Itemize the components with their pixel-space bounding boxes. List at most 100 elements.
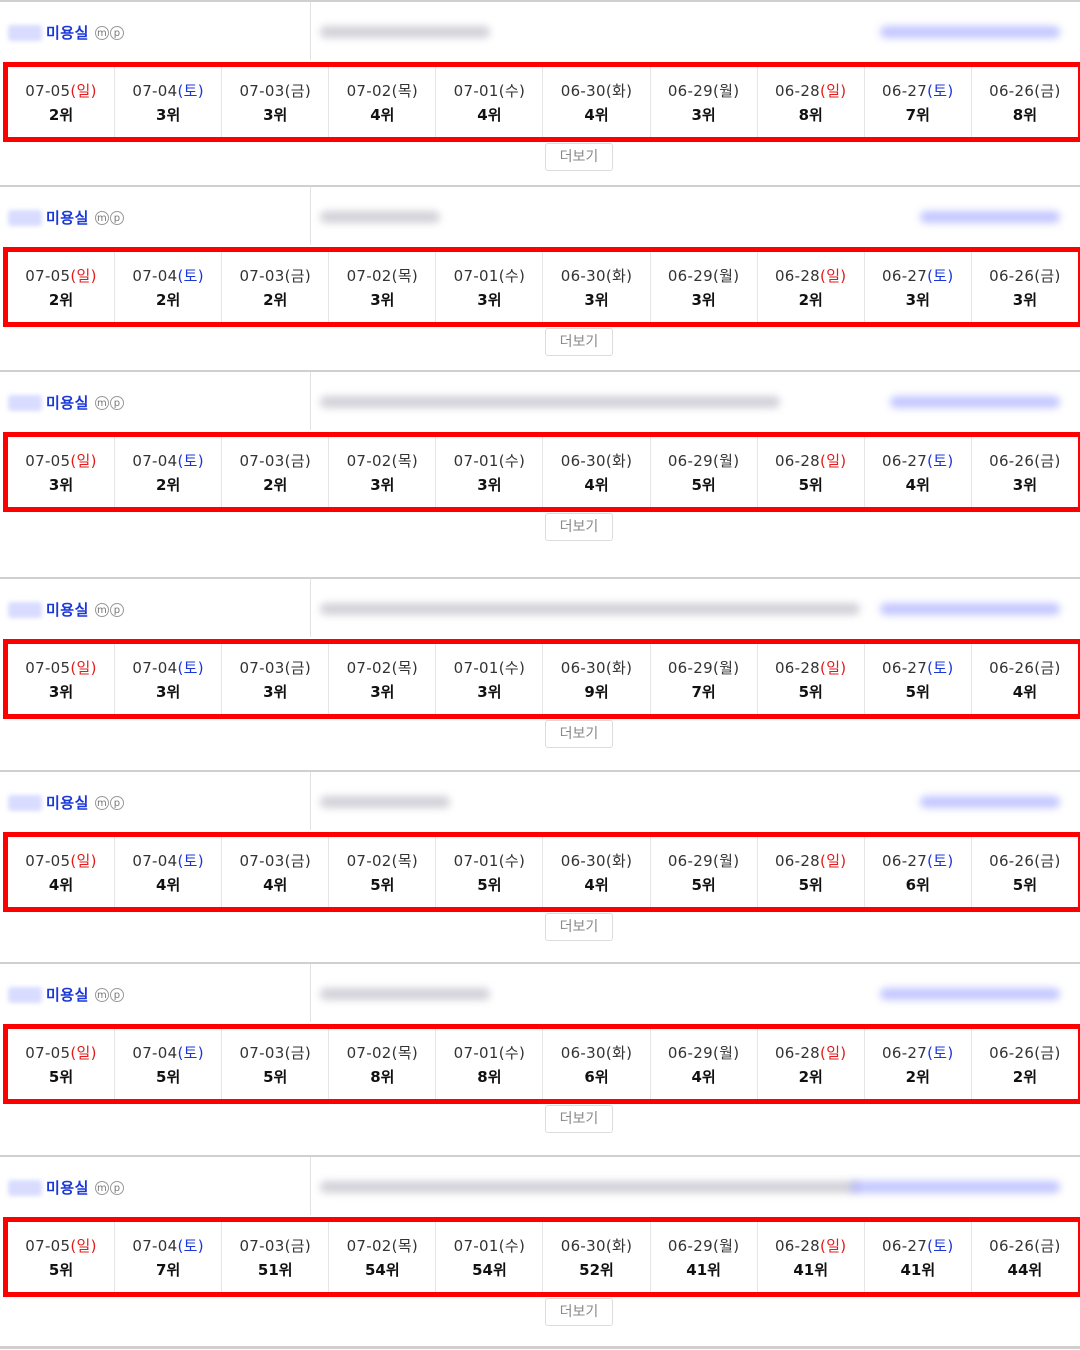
rank-value: 54위 — [364, 1260, 400, 1279]
paren-close: ) — [304, 1043, 311, 1062]
redacted-url — [320, 211, 440, 223]
paren-close: ) — [90, 451, 97, 470]
rank-weekday: 화 — [612, 451, 627, 470]
rank-date: 06-27(토) — [882, 657, 954, 678]
rank-weekday: 일 — [76, 451, 91, 470]
daily-rank-cell: 07-02(목) 3위 — [329, 252, 437, 322]
paren-close: ) — [304, 658, 311, 677]
rank-value: 4위 — [263, 875, 288, 894]
rank-value: 2위 — [48, 105, 74, 124]
rank-date: 06-26(금) — [989, 265, 1061, 286]
platform-badge-icon: m — [94, 1180, 109, 1195]
daily-rank-cell: 06-27(토) 6위 — [865, 837, 972, 907]
more-button[interactable]: 더보기 — [545, 1298, 613, 1326]
daily-rank-cell: 07-03(금) 2위 — [222, 437, 330, 507]
rank-date-value: 07-05 — [25, 81, 71, 100]
paren-close: ) — [840, 266, 847, 285]
rank-weekday: 목 — [397, 851, 412, 870]
more-button[interactable]: 더보기 — [545, 513, 613, 541]
rank-value: 5위 — [905, 682, 930, 701]
daily-rank-cell: 06-29(월) 4위 — [651, 1029, 758, 1099]
redacted-url — [320, 1181, 860, 1193]
rank-date-value: 06-28 — [774, 658, 821, 677]
paren-close: ) — [947, 851, 954, 870]
keyword-link[interactable]: 미용실 — [46, 207, 89, 228]
rank-date-value: 07-02 — [346, 81, 392, 100]
rank-weekday: 금 — [1040, 451, 1055, 470]
keyword-link[interactable]: 미용실 — [46, 1177, 89, 1198]
rank-date: 06-29(월) — [668, 850, 740, 871]
daily-rank-cell: 07-05(일) 5위 — [8, 1029, 116, 1099]
rank-weekday: 일 — [826, 451, 841, 470]
rank-weekday: 금 — [290, 451, 305, 470]
rank-weekday: 일 — [76, 1043, 91, 1062]
daily-rank-cell: 07-03(금) 2위 — [222, 252, 330, 322]
rank-value: 2위 — [798, 290, 823, 309]
rank-date-value: 06-27 — [882, 1043, 928, 1062]
daily-rank-cell: 06-26(금) 3위 — [972, 437, 1078, 507]
rank-date: 07-02(목) — [347, 1235, 419, 1256]
rank-date-value: 06-26 — [989, 1043, 1035, 1062]
more-button[interactable]: 더보기 — [545, 1105, 613, 1133]
daily-rank-row: 07-05(일) 5위 07-04(토) 5위 07-03(금) 5위 07-02(목) 8위… — [3, 1024, 1080, 1104]
rank-weekday: 일 — [826, 658, 841, 677]
daily-rank-cell: 06-26(금) 8위 — [972, 67, 1078, 137]
keyword-link[interactable]: 미용실 — [46, 984, 89, 1005]
keyword-cell: 미용실 m p — [0, 372, 311, 430]
daily-rank-cell: 07-02(목) 3위 — [329, 437, 437, 507]
rank-weekday: 토 — [933, 851, 948, 870]
rank-weekday: 토 — [933, 1043, 948, 1062]
rank-value: 2위 — [48, 290, 74, 309]
rank-date: 07-02(목) — [347, 850, 419, 871]
rank-date-value: 07-03 — [239, 266, 285, 285]
rank-weekday: 목 — [397, 451, 412, 470]
rank-value: 51위 — [257, 1260, 293, 1279]
more-button[interactable]: 더보기 — [545, 720, 613, 748]
rank-date: 07-05(일) — [25, 80, 97, 101]
keyword-link[interactable]: 미용실 — [46, 392, 89, 413]
rank-weekday: 토 — [183, 1236, 198, 1255]
daily-rank-cell: 07-01(수) 3위 — [436, 437, 544, 507]
rank-value: 4위 — [584, 875, 609, 894]
rank-date-value: 07-04 — [132, 1236, 178, 1255]
more-button[interactable]: 더보기 — [545, 913, 613, 941]
keyword-group: 미용실 m p — [8, 22, 125, 43]
rank-date-value: 06-27 — [882, 658, 928, 677]
keyword-cell: 미용실 m p — [0, 2, 311, 60]
more-button[interactable]: 더보기 — [545, 143, 613, 171]
daily-rank-cell: 06-27(토) 3위 — [865, 252, 972, 322]
daily-rank-cell: 07-05(일) 3위 — [8, 644, 116, 714]
rank-weekday: 금 — [1040, 266, 1055, 285]
paren-close: ) — [90, 266, 97, 285]
rank-weekday: 화 — [612, 658, 627, 677]
daily-rank-row: 07-05(일) 3위 07-04(토) 3위 07-03(금) 3위 07-02(목) 3위… — [3, 639, 1080, 719]
rank-value: 3위 — [477, 290, 502, 309]
keyword-link[interactable]: 미용실 — [46, 792, 89, 813]
paren-close: ) — [197, 658, 204, 677]
rank-date-value: 06-30 — [560, 81, 606, 100]
rank-date: 06-26(금) — [989, 657, 1061, 678]
rank-date: 07-04(토) — [132, 1042, 204, 1063]
rank-date: 07-01(수) — [454, 80, 526, 101]
rank-date-value: 07-03 — [239, 1236, 285, 1255]
daily-rank-cell: 07-02(목) 54위 — [329, 1222, 437, 1292]
rank-value: 7위 — [156, 1260, 181, 1279]
rank-value: 3위 — [263, 682, 288, 701]
rank-value: 5위 — [156, 1067, 181, 1086]
keyword-link[interactable]: 미용실 — [46, 599, 89, 620]
rank-weekday: 일 — [76, 658, 91, 677]
keyword-link[interactable]: 미용실 — [46, 22, 89, 43]
rank-date: 07-05(일) — [25, 450, 97, 471]
rank-date: 07-02(목) — [347, 1042, 419, 1063]
rank-value: 5위 — [1012, 875, 1038, 894]
daily-rank-cell: 07-02(목) 8위 — [329, 1029, 437, 1099]
daily-rank-cell: 07-03(금) 51위 — [222, 1222, 330, 1292]
rank-date: 07-01(수) — [454, 1235, 526, 1256]
rank-date-value: 07-04 — [132, 851, 178, 870]
daily-rank-cell: 06-27(토) 2위 — [865, 1029, 972, 1099]
rank-value: 54위 — [472, 1260, 507, 1279]
rank-date: 07-02(목) — [347, 450, 419, 471]
paren-close: ) — [304, 266, 311, 285]
more-button[interactable]: 더보기 — [545, 328, 613, 356]
rank-weekday: 월 — [719, 1236, 734, 1255]
